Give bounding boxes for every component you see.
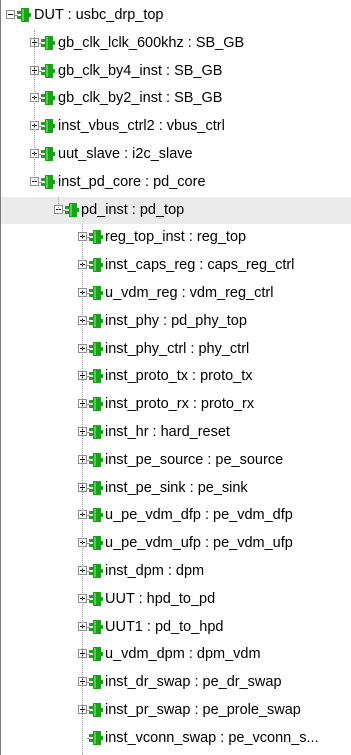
tree-node-label[interactable]: gb_clk_by2_inst : SB_GB	[58, 89, 222, 107]
tree-node-label[interactable]: u_vdm_reg : vdm_reg_ctrl	[105, 284, 273, 302]
tree-node[interactable]: inst_dpm : dpm	[1, 558, 351, 585]
module-icon	[41, 63, 55, 78]
tree-node[interactable]: gb_clk_by4_inst : SB_GB	[1, 58, 351, 85]
tree-node-label[interactable]: inst_phy : pd_phy_top	[105, 312, 247, 330]
tree-node-label[interactable]: u_vdm_dpm : dpm_vdm	[105, 645, 261, 663]
tree-node[interactable]: reg_top_inst : reg_top	[1, 224, 351, 251]
tree-guide-level2	[58, 196, 59, 210]
module-icon	[89, 452, 103, 467]
tree-node-label[interactable]: inst_vconn_swap : pe_vconn_s...	[105, 729, 319, 747]
tree-node-label[interactable]: inst_phy_ctrl : phy_ctrl	[105, 340, 249, 358]
tree-node[interactable]: u_pe_vdm_ufp : pe_vdm_ufp	[1, 530, 351, 557]
hierarchy-tree[interactable]: DUT : usbc_drp_top gb_clk_lclk_600khz : S…	[0, 0, 351, 755]
tree-node-label[interactable]: inst_pd_core : pd_core	[58, 173, 206, 191]
tree-node[interactable]: pd_inst : pd_top	[1, 196, 351, 224]
tree-node-label[interactable]: inst_proto_tx : proto_tx	[105, 367, 253, 385]
module-icon	[41, 119, 55, 134]
tree-node-label[interactable]: u_pe_vdm_ufp : pe_vdm_ufp	[105, 534, 293, 552]
tree-node[interactable]: UUT1 : pd_to_hpd	[1, 614, 351, 641]
module-icon	[89, 703, 103, 717]
tree-node-label[interactable]: UUT1 : pd_to_hpd	[105, 618, 224, 636]
tree-node-label[interactable]: inst_pr_swap : pe_prole_swap	[105, 701, 301, 719]
tree-node-label[interactable]: inst_dpm : dpm	[105, 562, 204, 580]
tree-node[interactable]: inst_pe_source : pe_source	[1, 447, 351, 474]
tree-node[interactable]: gb_clk_by2_inst : SB_GB	[1, 85, 351, 112]
tree-node-label[interactable]: gb_clk_lclk_600khz : SB_GB	[58, 34, 244, 52]
tree-node-label[interactable]: inst_vbus_ctrl2 : vbus_ctrl	[58, 117, 225, 135]
tree-node-label[interactable]: inst_hr : hard_reset	[105, 423, 230, 441]
tree-node[interactable]: inst_phy : pd_phy_top	[1, 308, 351, 335]
tree-node-label[interactable]: inst_caps_reg : caps_reg_ctrl	[105, 256, 294, 274]
tree-guide-level3	[82, 224, 83, 755]
tree-node[interactable]: inst_pe_sink : pe_sink	[1, 475, 351, 502]
tree-node[interactable]: u_vdm_reg : vdm_reg_ctrl	[1, 280, 351, 307]
tree-node[interactable]: inst_proto_rx : proto_rx	[1, 391, 351, 418]
tree-node-label[interactable]: reg_top_inst : reg_top	[105, 228, 246, 246]
module-icon	[89, 730, 103, 745]
tree-node-label[interactable]: inst_pe_sink : pe_sink	[105, 479, 248, 497]
module-icon	[89, 286, 103, 300]
tree-node[interactable]: inst_phy_ctrl : phy_ctrl	[1, 336, 351, 363]
tree-node[interactable]: u_vdm_dpm : dpm_vdm	[1, 641, 351, 668]
tree-node[interactable]: UUT : hpd_to_pd	[1, 586, 351, 613]
module-icon	[89, 341, 103, 356]
tree-node[interactable]: inst_dr_swap : pe_dr_swap	[1, 669, 351, 696]
tree-node[interactable]: inst_vbus_ctrl2 : vbus_ctrl	[1, 113, 351, 140]
tree-node-label[interactable]: uut_slave : i2c_slave	[58, 145, 193, 163]
tree-node-root[interactable]: DUT : usbc_drp_top	[1, 2, 351, 29]
module-icon	[89, 675, 103, 690]
tree-node-label[interactable]: inst_dr_swap : pe_dr_swap	[105, 673, 282, 691]
tree-node[interactable]: inst_caps_reg : caps_reg_ctrl	[1, 252, 351, 279]
module-icon	[89, 258, 103, 273]
module-icon	[89, 591, 103, 606]
module-icon	[41, 91, 55, 106]
tree-node-label[interactable]: inst_proto_rx : proto_rx	[105, 395, 254, 413]
module-icon	[41, 35, 55, 50]
tree-node[interactable]: inst_proto_tx : proto_tx	[1, 363, 351, 390]
tree-node-label[interactable]: inst_pe_source : pe_source	[105, 451, 283, 469]
tree-node[interactable]: gb_clk_lclk_600khz : SB_GB	[1, 30, 351, 57]
tree-node-label[interactable]: pd_inst : pd_top	[81, 201, 184, 219]
module-icon	[41, 174, 55, 189]
tree-node[interactable]: u_pe_vdm_dfp : pe_vdm_dfp	[1, 502, 351, 529]
module-icon	[65, 202, 79, 217]
tree-node[interactable]: inst_vconn_swap : pe_vconn_s...	[1, 725, 351, 752]
module-icon	[89, 397, 103, 412]
tree-node[interactable]: uut_slave : i2c_slave	[1, 141, 351, 168]
tree-node-label[interactable]: DUT : usbc_drp_top	[34, 6, 164, 24]
module-icon	[89, 564, 103, 578]
tree-guide-level1	[34, 29, 35, 182]
module-icon	[89, 647, 103, 662]
tree-node[interactable]: inst_hr : hard_reset	[1, 419, 351, 446]
tree-node[interactable]: inst_pd_core : pd_core	[1, 169, 351, 196]
module-icon	[89, 369, 103, 384]
tree-node-label[interactable]: u_pe_vdm_dfp : pe_vdm_dfp	[105, 506, 293, 524]
tree-node[interactable]: inst_pr_swap : pe_prole_swap	[1, 697, 351, 724]
collapse-toggle-icon[interactable]	[6, 10, 15, 19]
module-icon	[89, 508, 103, 523]
module-icon	[89, 313, 103, 328]
tree-node-label[interactable]: UUT : hpd_to_pd	[105, 590, 215, 608]
module-icon	[41, 147, 55, 161]
module-icon	[89, 619, 103, 634]
module-icon	[89, 480, 103, 495]
tree-node-label[interactable]: gb_clk_by4_inst : SB_GB	[58, 62, 222, 80]
module-icon	[89, 230, 103, 245]
module-icon	[89, 425, 103, 439]
module-icon	[17, 8, 31, 22]
module-icon	[89, 536, 103, 551]
